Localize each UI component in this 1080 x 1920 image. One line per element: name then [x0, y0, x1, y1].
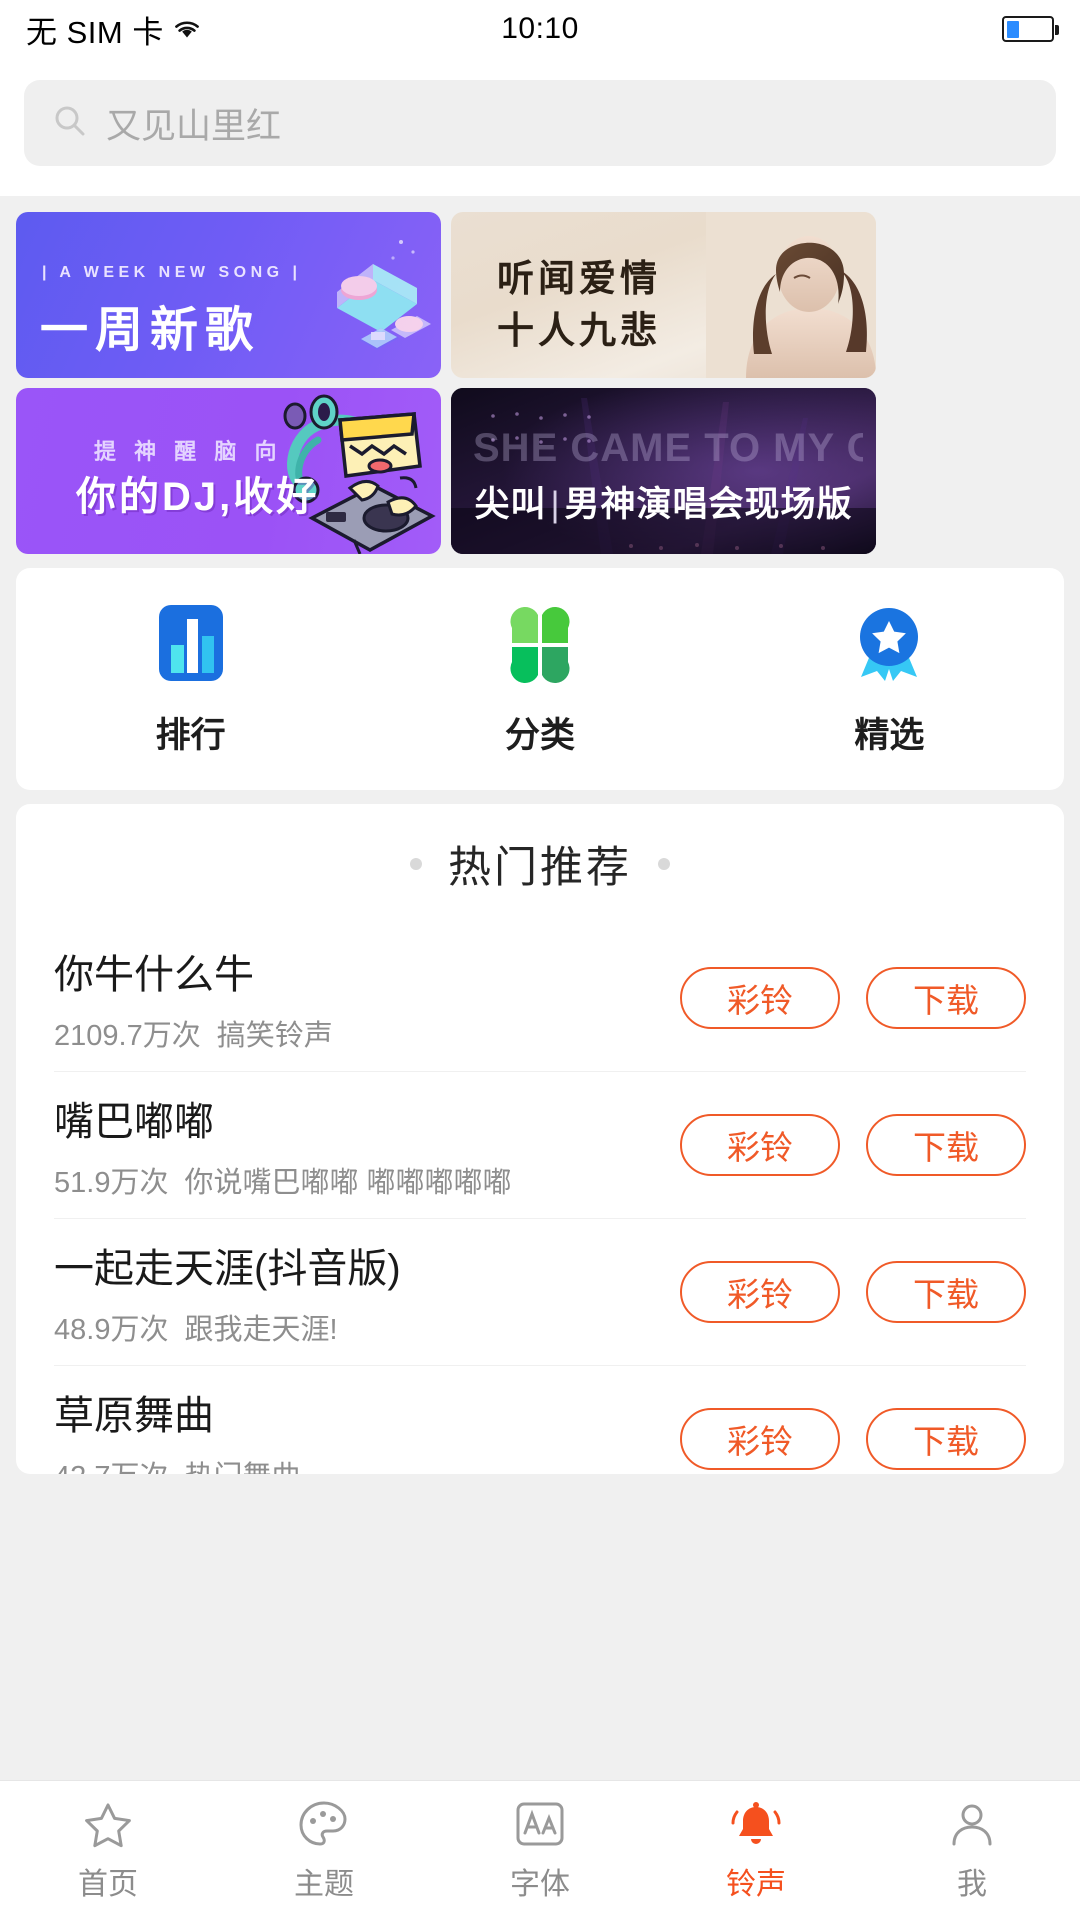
banner-3-main-title: 你的DJ,收好 — [76, 475, 320, 519]
hot-recommend-card: 热门推荐 你牛什么牛 2109.7万次 搞笑铃声 彩铃 下载 嘴巴嘟嘟 51.9万… — [16, 804, 1064, 1474]
bar-chart-icon — [149, 601, 233, 685]
banner-4-ghost-text: SHE CAME TO MY CONCERT — [473, 426, 863, 470]
song-play-count: 48.9万次 — [54, 1314, 169, 1346]
download-button[interactable]: 下载 — [866, 1114, 1026, 1176]
header-dot-right — [658, 858, 670, 870]
hot-recommend-title: 热门推荐 — [448, 844, 632, 892]
hot-recommend-header: 热门推荐 — [16, 804, 1064, 924]
song-row[interactable]: 草原舞曲 42.7万次 热门舞曲 彩铃 下载 — [54, 1365, 1026, 1474]
tab-ringtone[interactable]: 铃声 — [648, 1799, 864, 1903]
ringtone-button[interactable]: 彩铃 — [680, 966, 840, 1029]
ringtone-button[interactable]: 彩铃 — [680, 1408, 840, 1470]
song-description: 热门舞曲 — [184, 1461, 300, 1474]
header-dot-left — [410, 858, 422, 870]
tab-font[interactable]: 字体 — [432, 1799, 648, 1903]
banner-your-dj[interactable]: 提 神 醒 脑 向 你的DJ,收好 — [16, 388, 441, 554]
song-row[interactable]: 你牛什么牛 2109.7万次 搞笑铃声 彩铃 下载 — [54, 924, 1026, 1071]
song-actions: 彩铃 下载 — [680, 1408, 1026, 1470]
bottom-tab-bar: 首页 主题 字体 铃声 我 — [0, 1780, 1080, 1920]
download-button[interactable]: 下载 — [866, 1408, 1026, 1470]
banner-concert[interactable]: SHE CAME TO MY CONCERT 尖叫|男神演唱会现场版 — [451, 388, 876, 554]
song-info: 嘴巴嘟嘟 51.9万次 你说嘴巴嘟嘟 嘟嘟嘟嘟嘟 — [54, 1089, 680, 1201]
banner-1-zh-title: 一周新歌 — [40, 304, 261, 357]
banner-2-line-2: 十人九悲 — [497, 311, 661, 352]
song-row[interactable]: 一起走天涯(抖音版) 48.9万次 跟我走天涯! 彩铃 下载 — [54, 1218, 1026, 1365]
search-icon — [52, 103, 88, 144]
song-meta: 2109.7万次 搞笑铃声 — [54, 1012, 680, 1054]
download-button[interactable]: 下载 — [866, 966, 1026, 1029]
category-shortcut-card: 排行 分类 精选 — [16, 568, 1064, 790]
banner-love-quote[interactable]: 听闻爱情 十人九悲 — [451, 212, 876, 378]
banner-4-title-separator: | — [550, 485, 561, 524]
status-bar: 无 SIM 卡 10:10 — [0, 0, 1080, 58]
tab-label-profile: 我 — [957, 1867, 987, 1901]
palette-icon — [296, 1799, 352, 1849]
tab-home[interactable]: 首页 — [0, 1799, 216, 1903]
banner-1-eng-title: | A WEEK NEW SONG | — [42, 264, 302, 281]
person-icon — [944, 1799, 1000, 1849]
song-description: 跟我走天涯! — [184, 1314, 338, 1346]
song-play-count: 51.9万次 — [54, 1167, 169, 1199]
banner-grid: | A WEEK NEW SONG | 一周新歌 听闻爱情 十人九悲 提 神 醒… — [0, 196, 1080, 554]
category-item-ranking[interactable]: 排行 — [16, 601, 365, 758]
tab-label-home: 首页 — [78, 1867, 138, 1901]
banner-4-title: 尖叫 | 男神演唱会现场版 — [451, 476, 876, 527]
tab-profile[interactable]: 我 — [864, 1799, 1080, 1903]
tab-theme[interactable]: 主题 — [216, 1799, 432, 1903]
song-play-count: 42.7万次 — [54, 1461, 168, 1474]
tab-label-font: 字体 — [510, 1867, 570, 1901]
category-item-classify[interactable]: 分类 — [365, 601, 714, 758]
star-outline-icon — [80, 1799, 136, 1849]
banner-week-new-song[interactable]: | A WEEK NEW SONG | 一周新歌 — [16, 212, 441, 378]
category-label-ranking: 排行 — [155, 715, 226, 755]
song-title: 一起走天涯(抖音版) — [54, 1247, 401, 1291]
song-actions: 彩铃 下载 — [680, 966, 1026, 1029]
banner-2-artwork — [706, 212, 876, 378]
category-label-classify: 分类 — [504, 715, 575, 755]
song-meta: 42.7万次 热门舞曲 — [54, 1453, 680, 1474]
banner-3-top-title: 提 神 醒 脑 向 — [94, 439, 283, 464]
song-info: 你牛什么牛 2109.7万次 搞笑铃声 — [54, 942, 680, 1054]
song-row[interactable]: 嘴巴嘟嘟 51.9万次 你说嘴巴嘟嘟 嘟嘟嘟嘟嘟 彩铃 下载 — [54, 1071, 1026, 1218]
song-meta: 51.9万次 你说嘴巴嘟嘟 嘟嘟嘟嘟嘟 — [54, 1159, 680, 1201]
song-title: 嘴巴嘟嘟 — [54, 1100, 214, 1144]
font-aa-icon — [512, 1799, 568, 1849]
search-placeholder: 又见山里红 — [106, 106, 282, 146]
song-play-count: 2109.7万次 — [54, 1019, 201, 1052]
banner-4-artwork — [451, 388, 876, 554]
tab-label-ringtone: 铃声 — [726, 1867, 786, 1901]
status-bar-right — [1002, 16, 1059, 42]
bell-ringing-icon — [728, 1799, 784, 1849]
banner-2-line-1: 听闻爱情 — [497, 259, 661, 300]
star-badge-icon — [847, 601, 931, 685]
ringtone-button[interactable]: 彩铃 — [680, 1114, 840, 1176]
banner-1-artwork — [337, 240, 431, 350]
battery-icon — [1002, 16, 1059, 42]
song-actions: 彩铃 下载 — [680, 1261, 1026, 1323]
download-button[interactable]: 下载 — [866, 1261, 1026, 1323]
song-info: 草原舞曲 42.7万次 热门舞曲 — [54, 1383, 680, 1474]
ringtone-button[interactable]: 彩铃 — [680, 1261, 840, 1323]
search-bar-container: 又见山里红 — [0, 58, 1080, 196]
song-info: 一起走天涯(抖音版) 48.9万次 跟我走天涯! — [54, 1236, 680, 1348]
song-actions: 彩铃 下载 — [680, 1114, 1026, 1176]
category-label-featured: 精选 — [854, 715, 925, 755]
search-input[interactable]: 又见山里红 — [24, 80, 1056, 166]
banner-4-title-left: 尖叫 — [474, 485, 547, 524]
song-meta: 48.9万次 跟我走天涯! — [54, 1306, 680, 1348]
banner-4-title-right: 男神演唱会现场版 — [564, 485, 853, 524]
tab-label-theme: 主题 — [294, 1867, 354, 1901]
category-item-featured[interactable]: 精选 — [715, 601, 1064, 758]
clock-label: 10:10 — [501, 12, 579, 45]
song-title: 草原舞曲 — [54, 1394, 214, 1438]
song-description: 你说嘴巴嘟嘟 嘟嘟嘟嘟嘟 — [184, 1167, 512, 1199]
song-description: 搞笑铃声 — [216, 1019, 333, 1052]
clover-icon — [498, 601, 582, 685]
song-title: 你牛什么牛 — [54, 952, 254, 997]
